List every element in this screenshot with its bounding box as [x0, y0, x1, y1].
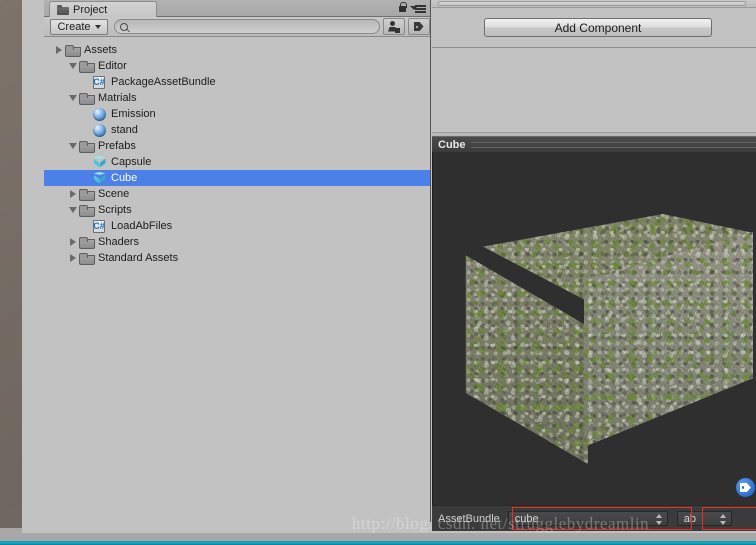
- add-component-button[interactable]: Add Component: [484, 18, 712, 37]
- filter-by-type-button[interactable]: [383, 18, 405, 35]
- tree-item-label: Matrials: [98, 92, 137, 104]
- folder-icon: [79, 188, 95, 201]
- tree-item-scene[interactable]: Scene: [44, 186, 430, 202]
- inspector-panel: Add Component Cube AssetBundle cube ab: [432, 0, 756, 533]
- tree-arrow-spacer: [80, 154, 93, 170]
- tab-project-label: Project: [73, 4, 108, 16]
- tree-item-label: Cube: [111, 172, 138, 184]
- filter-by-label-icon: [413, 21, 426, 32]
- filter-by-label-button[interactable]: [408, 18, 430, 35]
- cube-preview-model[interactable]: [453, 214, 753, 464]
- tree-item-editor[interactable]: Editor: [44, 58, 430, 74]
- asset-label-tag-icon[interactable]: [736, 478, 755, 497]
- tree-item-label: Editor: [98, 60, 127, 72]
- tab-project[interactable]: Project: [49, 1, 157, 18]
- tree-item-label: Scripts: [98, 204, 132, 216]
- preview-header[interactable]: Cube: [432, 136, 756, 152]
- tree-item-label: Standard Assets: [98, 252, 179, 264]
- inspector-empty-body: [432, 48, 756, 132]
- assetbundle-variant-dropdown[interactable]: ab: [676, 511, 732, 526]
- assetbundle-bar: AssetBundle cube ab: [432, 505, 756, 531]
- project-panel: Project Create Assets Editor C# PackageA…: [44, 0, 431, 522]
- tree-arrow-spacer: [80, 74, 93, 90]
- assetbundle-name-dropdown[interactable]: cube: [507, 511, 668, 526]
- tree-item-label: Scene: [98, 188, 130, 200]
- tree-arrow-spacer: [80, 106, 93, 122]
- project-tab-controls: [398, 2, 426, 13]
- csharp-script-icon: C#: [93, 75, 105, 89]
- preview-viewport[interactable]: [432, 152, 756, 505]
- material-icon: [93, 123, 106, 137]
- csharp-script-icon: C#: [93, 219, 105, 233]
- desktop-accent-line: [0, 541, 756, 545]
- chevron-down-icon: [94, 24, 101, 29]
- disclosure-triangle-icon[interactable]: [66, 250, 79, 266]
- updown-spinner-icon: [719, 514, 727, 525]
- add-component-area: Add Component: [432, 8, 756, 48]
- project-toolbar: Create: [44, 17, 430, 37]
- disclosure-triangle-icon[interactable]: [52, 42, 65, 58]
- tree-item-label: Shaders: [98, 236, 139, 248]
- folder-icon: [79, 60, 95, 73]
- tree-item-label: stand: [111, 124, 138, 136]
- unity-editor-window: Project Create Assets Editor C# PackageA…: [22, 0, 756, 533]
- search-input[interactable]: [132, 20, 379, 33]
- filter-by-type-icon: [388, 20, 400, 33]
- disclosure-triangle-icon[interactable]: [66, 90, 79, 106]
- project-tab-bar: Project: [44, 0, 430, 18]
- tree-item-emission[interactable]: Emission: [44, 106, 430, 122]
- tree-item-label: Capsule: [111, 156, 152, 168]
- assetbundle-variant-value: ab: [683, 512, 697, 525]
- folder-icon: [79, 204, 95, 217]
- folder-icon: [57, 5, 69, 15]
- tree-item-label: LoadAbFiles: [111, 220, 173, 232]
- lock-icon[interactable]: [398, 2, 407, 13]
- hamburger-menu-icon[interactable]: [410, 2, 426, 13]
- tree-item-loadabfiles[interactable]: C# LoadAbFiles: [44, 218, 430, 234]
- preview-drag-handle[interactable]: [470, 141, 756, 148]
- tree-item-label: PackageAssetBundle: [111, 76, 216, 88]
- preview-title: Cube: [438, 138, 466, 151]
- prefab-icon: [93, 156, 106, 169]
- folder-icon: [79, 92, 95, 105]
- tree-item-packageassetbundle[interactable]: C# PackageAssetBundle: [44, 74, 430, 90]
- disclosure-triangle-icon[interactable]: [66, 186, 79, 202]
- tree-item-label: Prefabs: [98, 140, 136, 152]
- tree-arrow-spacer: [80, 218, 93, 234]
- updown-spinner-icon: [655, 514, 663, 525]
- create-button[interactable]: Create: [50, 18, 108, 35]
- disclosure-triangle-icon[interactable]: [66, 234, 79, 250]
- tree-item-prefabs[interactable]: Prefabs: [44, 138, 430, 154]
- search-field[interactable]: [114, 19, 380, 34]
- search-icon: [120, 22, 128, 31]
- tree-item-label: Assets: [84, 44, 118, 56]
- tree-arrow-spacer: [80, 170, 93, 186]
- inspector-top-strip: [432, 0, 756, 8]
- disclosure-triangle-icon[interactable]: [66, 202, 79, 218]
- tree-item-standard-assets[interactable]: Standard Assets: [44, 250, 430, 266]
- folder-icon: [79, 236, 95, 249]
- project-asset-tree: Assets Editor C# PackageAssetBundle Matrials…: [44, 37, 430, 522]
- tree-item-capsule[interactable]: Capsule: [44, 154, 430, 170]
- folder-icon: [79, 140, 95, 153]
- tree-item-assets[interactable]: Assets: [44, 42, 430, 58]
- assetbundle-name-value: cube: [514, 512, 539, 525]
- tree-item-matrials[interactable]: Matrials: [44, 90, 430, 106]
- disclosure-triangle-icon[interactable]: [66, 58, 79, 74]
- add-component-label: Add Component: [554, 20, 642, 35]
- tree-arrow-spacer: [80, 122, 93, 138]
- tree-item-cube[interactable]: Cube: [44, 170, 430, 186]
- tree-item-stand[interactable]: stand: [44, 122, 430, 138]
- prefab-icon: [93, 172, 106, 185]
- disclosure-triangle-icon[interactable]: [66, 138, 79, 154]
- assetbundle-label: AssetBundle: [438, 512, 500, 525]
- tree-item-shaders[interactable]: Shaders: [44, 234, 430, 250]
- create-button-label: Create: [57, 20, 91, 33]
- material-icon: [93, 107, 106, 121]
- folder-icon: [79, 252, 95, 265]
- folder-icon: [65, 44, 81, 57]
- tree-item-scripts[interactable]: Scripts: [44, 202, 430, 218]
- tree-item-label: Emission: [111, 108, 156, 120]
